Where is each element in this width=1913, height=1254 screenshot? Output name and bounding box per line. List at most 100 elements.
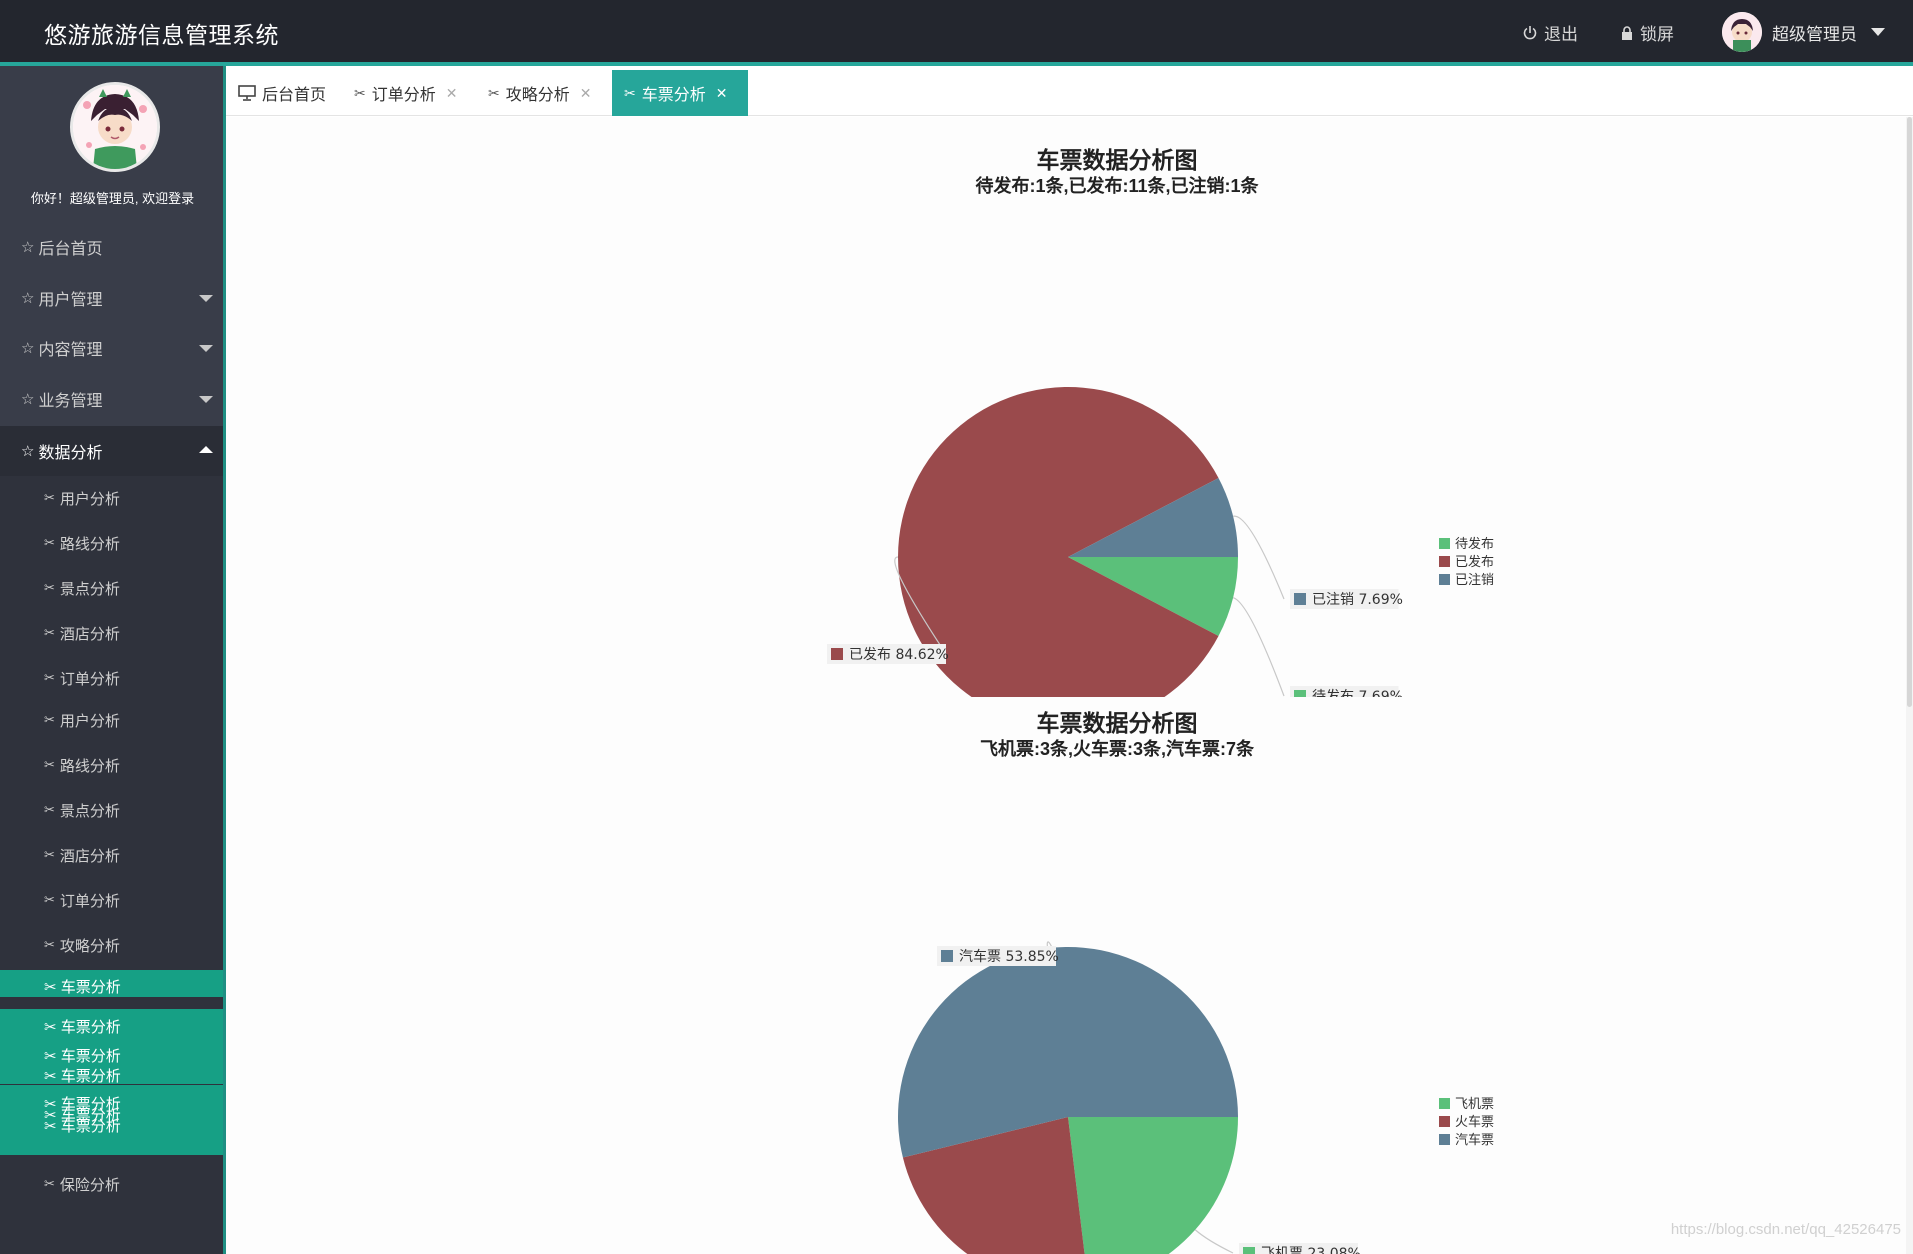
- lock-screen-button[interactable]: 锁屏: [1620, 20, 1674, 45]
- sidebar-item-label: 路线分析: [59, 757, 120, 775]
- chevron-down-icon: [199, 295, 213, 302]
- svg-text:火车票: 火车票: [1455, 1114, 1494, 1130]
- legend-item[interactable]: 汽车票: [1439, 1132, 1494, 1148]
- legend-item[interactable]: 飞机票: [1439, 1097, 1494, 1112]
- chevron-down-icon: [199, 345, 213, 352]
- tools-icon: ✂: [354, 84, 366, 101]
- sidebar-item-order-analysis-2[interactable]: ✂ 订单分析: [0, 882, 225, 918]
- svg-text:已发布: 已发布: [1455, 554, 1494, 570]
- user-name: 超级管理员: [1772, 24, 1857, 44]
- sidebar-item-hotel-analysis[interactable]: ✂ 酒店分析: [0, 615, 225, 651]
- tools-icon: ✂: [44, 1118, 61, 1135]
- leader-line: [1232, 515, 1285, 600]
- tab-label: 后台首页: [262, 87, 327, 104]
- slice-label: 待发布 7.69%: [1290, 686, 1403, 697]
- star-icon: ☆: [21, 443, 35, 460]
- sidebar-item-label: 酒店分析: [59, 625, 120, 643]
- leader-line: [1232, 597, 1285, 697]
- sidebar-item-ticket-analysis[interactable]: ✂ 车票分析 ✂ 车票分析: [0, 1036, 225, 1084]
- chart-1-subtitle: 待发布:1条,已发布:11条,已注销:1条: [975, 176, 1259, 196]
- power-icon: [1523, 25, 1537, 39]
- legend-item[interactable]: 已发布: [1439, 554, 1494, 570]
- lock-label: 锁屏: [1640, 25, 1674, 44]
- nav-data-analysis[interactable]: ☆ 数据分析: [0, 426, 225, 476]
- avatar[interactable]: [70, 82, 160, 172]
- nav-label: 数据分析: [38, 445, 103, 462]
- sidebar-item-order-analysis[interactable]: ✂ 订单分析: [0, 660, 225, 696]
- svg-text:汽车票 53.85%: 汽车票 53.85%: [959, 948, 1059, 965]
- chevron-down-icon: [199, 396, 213, 403]
- main-content: 车票数据分析图 待发布:1条,已发布:11条,已注销:1条 待发布 7.69% 已…: [226, 117, 1913, 1254]
- sidebar-item-route-analysis-2[interactable]: ✂ 路线分析: [0, 747, 225, 783]
- sidebar-item-ticket-analysis[interactable]: ✂ 车票分析 ✂ 车票分析 ✂ 车票分析: [0, 1085, 225, 1155]
- tools-icon: ✂: [44, 802, 55, 817]
- tools-icon: ✂: [44, 1068, 61, 1085]
- sidebar-item-label: 车票分析: [60, 1068, 121, 1085]
- monitor-icon: [238, 85, 256, 101]
- sidebar-item-user-analysis-2[interactable]: ✂ 用户分析: [0, 702, 225, 738]
- svg-text:汽车票: 汽车票: [1455, 1132, 1494, 1148]
- slice-label: 已注销 7.69%: [1290, 589, 1403, 609]
- user-menu[interactable]: 超级管理员: [1722, 12, 1885, 52]
- tools-icon: ✂: [624, 84, 636, 101]
- slice-label: 汽车票 53.85%: [937, 946, 1059, 966]
- lock-icon: [1622, 25, 1632, 40]
- sidebar-item-label: 用户分析: [59, 490, 120, 508]
- sidebar-item-hotel-analysis-2[interactable]: ✂ 酒店分析: [0, 837, 225, 873]
- tools-icon: ✂: [44, 712, 55, 727]
- top-header: 悠游旅游信息管理系统 退出 锁屏 超级管理员: [0, 0, 1913, 66]
- data-analysis-submenu: ✂ 用户分析 ✂ 路线分析 ✂ 景点分析 ✂ 酒店分析 ✂ 订单分析 ✂ 用户分析 ✂ 路线分…: [0, 476, 225, 1254]
- sidebar-item-user-analysis[interactable]: ✂ 用户分析: [0, 480, 225, 516]
- slice-label: 飞机票 23.08%: [1239, 1243, 1361, 1254]
- tools-icon: ✂: [44, 580, 55, 595]
- star-icon: ☆: [21, 290, 35, 307]
- tools-icon: ✂: [44, 535, 55, 550]
- svg-text:待发布: 待发布: [1455, 536, 1494, 552]
- nav-label: 后台首页: [38, 241, 103, 258]
- tab-label: 攻略分析: [505, 87, 570, 104]
- chart-2-title: 车票数据分析图: [1036, 710, 1198, 736]
- sidebar-item-label: 订单分析: [59, 670, 120, 688]
- chart-2-subtitle: 飞机票:3条,火车票:3条,汽车票:7条: [979, 739, 1254, 759]
- scrollbar-thumb[interactable]: [1907, 117, 1912, 707]
- pie-slice[interactable]: [1068, 1117, 1238, 1254]
- chevron-down-icon: [1871, 28, 1885, 36]
- nav-user-management[interactable]: ☆ 用户管理: [0, 273, 225, 323]
- close-icon[interactable]: ✕: [716, 85, 728, 102]
- svg-text:待发布 7.69%: 待发布 7.69%: [1312, 689, 1403, 697]
- tools-icon: ✂: [44, 892, 55, 907]
- sidebar-item-route-analysis[interactable]: ✂ 路线分析: [0, 525, 225, 561]
- tab-label: 车票分析: [641, 87, 706, 104]
- logout-button[interactable]: 退出: [1522, 20, 1578, 45]
- watermark: https://blog.csdn.net/qq_42526475: [1670, 1221, 1901, 1238]
- tab-home[interactable]: 后台首页: [226, 70, 342, 116]
- sidebar-item-label: 车票分析: [60, 1118, 121, 1135]
- sidebar-item-label: 景点分析: [59, 580, 120, 598]
- legend-item[interactable]: 已注销: [1439, 573, 1494, 588]
- close-icon[interactable]: ✕: [580, 85, 592, 102]
- tab-ticket-analysis[interactable]: ✂ 车票分析 ✕: [612, 70, 748, 116]
- sidebar-item-scenic-analysis[interactable]: ✂ 景点分析: [0, 570, 225, 606]
- nav-business-management[interactable]: ☆ 业务管理: [0, 374, 225, 424]
- nav-content-management[interactable]: ☆ 内容管理: [0, 323, 225, 373]
- svg-text:飞机票: 飞机票: [1455, 1097, 1494, 1112]
- legend-item[interactable]: 火车票: [1439, 1114, 1494, 1130]
- nav-home[interactable]: ☆ 后台首页: [0, 222, 225, 272]
- star-icon: ☆: [21, 239, 35, 256]
- chart-1-title: 车票数据分析图: [1036, 147, 1198, 173]
- nav-label: 内容管理: [38, 342, 103, 359]
- legend-item[interactable]: 待发布: [1439, 536, 1494, 552]
- close-icon[interactable]: ✕: [446, 85, 458, 102]
- svg-text:飞机票 23.08%: 飞机票 23.08%: [1261, 1246, 1361, 1254]
- tools-icon: ✂: [44, 490, 55, 505]
- sidebar-item-scenic-analysis-2[interactable]: ✂ 景点分析: [0, 792, 225, 828]
- star-icon: ☆: [21, 391, 35, 408]
- tab-label: 订单分析: [371, 87, 436, 104]
- welcome-text: 你好！超级管理员, 欢迎登录: [30, 191, 195, 206]
- tab-strategy-analysis[interactable]: ✂ 攻略分析 ✕: [476, 70, 612, 116]
- tab-order-analysis[interactable]: ✂ 订单分析 ✕: [342, 70, 476, 116]
- sidebar-item-strategy-analysis[interactable]: ✂ 攻略分析: [0, 927, 225, 963]
- sidebar-item-insurance-analysis[interactable]: ✂ 保险分析: [0, 1166, 225, 1202]
- sidebar-item-ticket-analysis[interactable]: ✂ 车票分析: [0, 970, 225, 997]
- sidebar-item-ticket-analysis[interactable]: ✂ 车票分析: [0, 1009, 225, 1036]
